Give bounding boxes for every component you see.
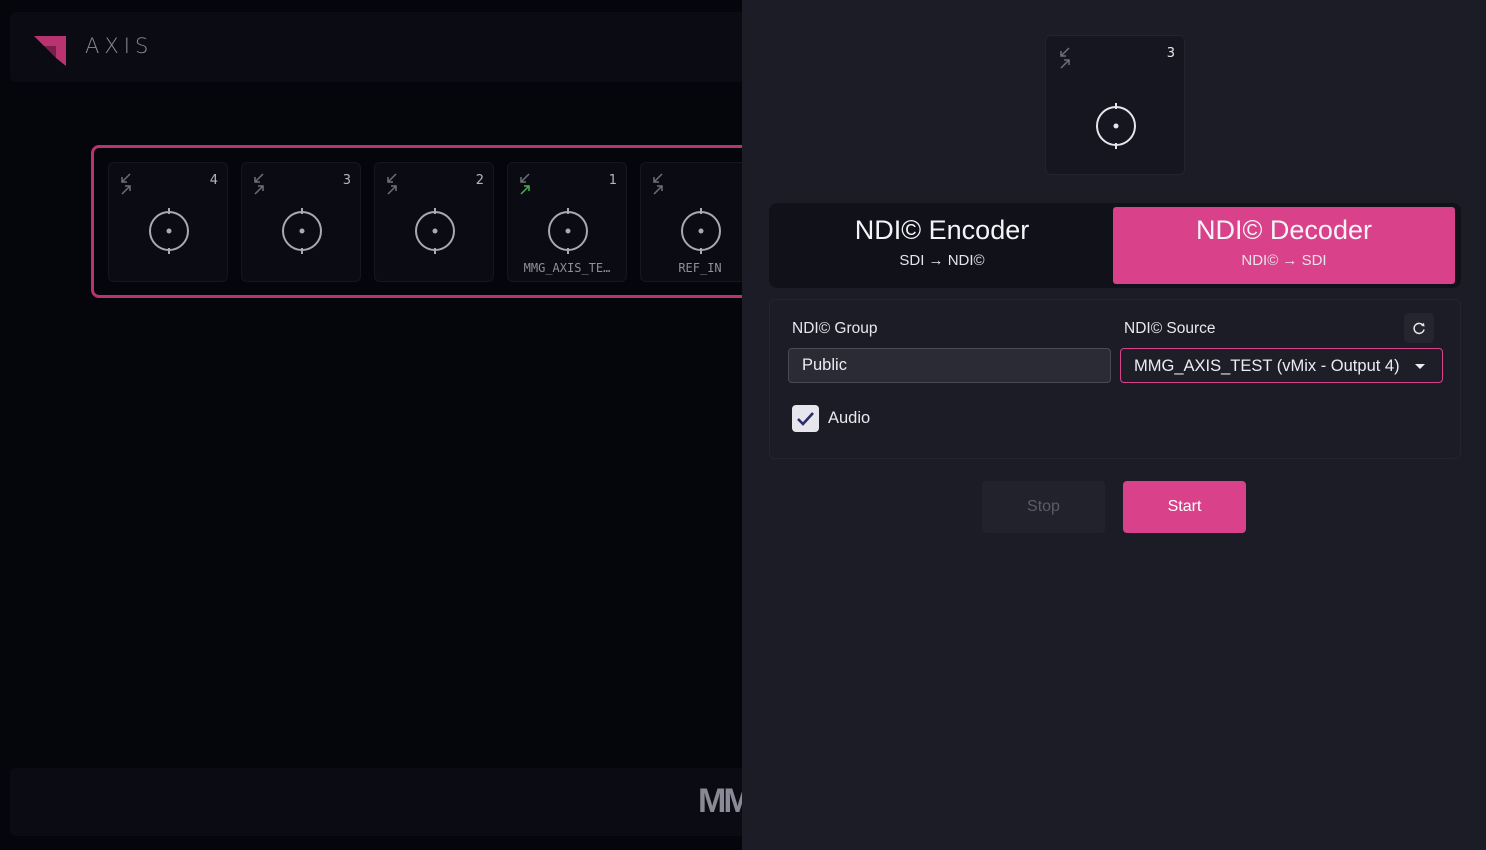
- settings-drawer: 3 NDI© Encoder SDI → NDI© NDI© Decoder N…: [742, 0, 1486, 850]
- target-icon: [415, 208, 455, 254]
- target-icon: [282, 208, 322, 254]
- selected-channel-tile: 3: [1045, 35, 1185, 175]
- ndi-source-select[interactable]: MMG_AXIS_TEST (vMix - Output 4): [1120, 348, 1443, 383]
- ndi-group-input[interactable]: [788, 348, 1111, 383]
- axis-logo-icon: [34, 36, 66, 66]
- channel-number: 4: [209, 173, 218, 188]
- channel-number: 1: [608, 173, 617, 188]
- encoder-subtitle: SDI → NDI©: [899, 252, 985, 269]
- ndi-source-value: MMG_AXIS_TEST (vMix - Output 4): [1134, 357, 1400, 375]
- encoder-title: NDI© Encoder: [854, 215, 1030, 245]
- app-brand: AXIS: [85, 34, 154, 58]
- stop-button[interactable]: Stop: [982, 481, 1105, 533]
- in-out-arrows-icon: [520, 173, 530, 195]
- mode-switch: NDI© Encoder SDI → NDI© NDI© Decoder NDI…: [769, 203, 1461, 288]
- refresh-sources-button[interactable]: [1404, 313, 1434, 343]
- in-out-arrows-icon: [121, 173, 131, 195]
- ndi-group-label: NDI© Group: [792, 320, 878, 337]
- channel-number: 3: [1166, 46, 1175, 61]
- channel-tile[interactable]: 3: [241, 162, 361, 282]
- audio-checkbox[interactable]: [792, 405, 819, 432]
- decoder-title: NDI© Decoder: [1196, 215, 1372, 245]
- in-out-arrows-icon: [1060, 47, 1070, 69]
- ndi-source-label: NDI© Source: [1124, 320, 1216, 337]
- encoder-mode-button[interactable]: NDI© Encoder SDI → NDI©: [771, 207, 1113, 284]
- channel-tile[interactable]: 2: [374, 162, 494, 282]
- start-button[interactable]: Start: [1123, 481, 1246, 533]
- channel-tile[interactable]: 4: [108, 162, 228, 282]
- checkmark-icon: [797, 412, 814, 426]
- target-icon: [149, 208, 189, 254]
- target-icon: [548, 208, 588, 254]
- caret-down-icon: [1415, 364, 1425, 369]
- refresh-icon: [1413, 322, 1425, 335]
- channel-number: 2: [475, 173, 484, 188]
- decoder-mode-button[interactable]: NDI© Decoder NDI© → SDI: [1113, 207, 1455, 284]
- channel-tile[interactable]: 1 MMG_AXIS_TE…: [507, 162, 627, 282]
- in-out-arrows-icon: [653, 173, 663, 195]
- target-icon: [1096, 103, 1136, 149]
- decoder-subtitle: NDI© → SDI: [1241, 252, 1327, 269]
- decoder-settings-card: NDI© Group NDI© Source MMG_AXIS_TEST (vM…: [769, 299, 1461, 459]
- in-out-arrows-icon: [387, 173, 397, 195]
- target-icon: [681, 208, 721, 254]
- channel-source-name: MMG_AXIS_TE…: [523, 261, 611, 275]
- channel-number: 3: [342, 173, 351, 188]
- in-out-arrows-icon: [254, 173, 264, 195]
- audio-label: Audio: [828, 409, 871, 427]
